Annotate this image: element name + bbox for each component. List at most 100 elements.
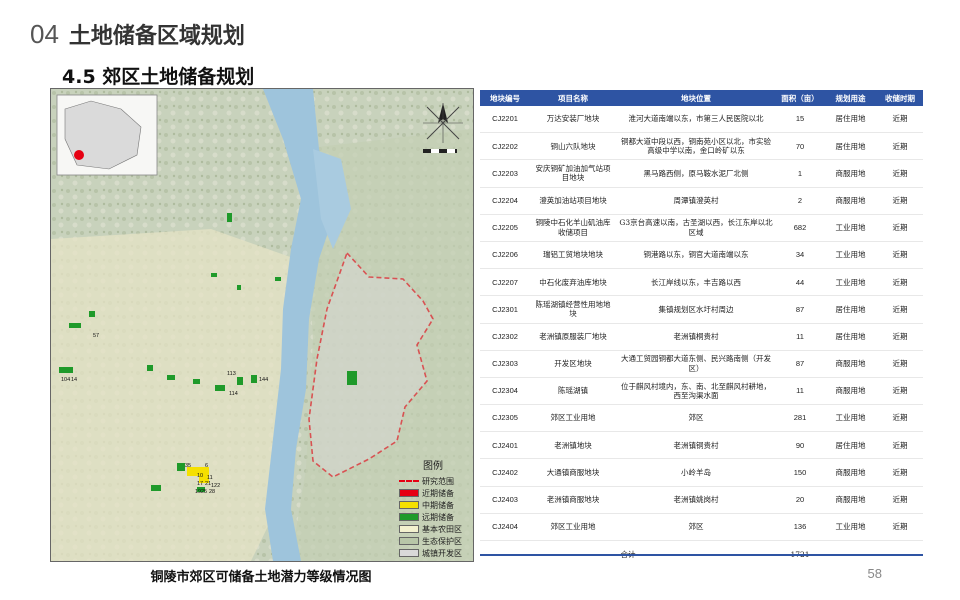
cell-use: 工业用地 xyxy=(824,241,877,270)
cell-period: 近期 xyxy=(877,159,923,188)
cell-name: 郊区工业用地 xyxy=(530,404,616,433)
table-row: CJ2404 郊区工业用地 郊区 136 工业用地 近期 xyxy=(480,513,923,542)
cell-period: 近期 xyxy=(877,377,923,406)
cell-code: CJ2302 xyxy=(480,323,530,351)
far-term-parcel xyxy=(251,375,257,383)
cell-name: 开发区地块 xyxy=(530,350,616,378)
cell-use: 工业用地 xyxy=(824,513,877,542)
cell-use: 居住用地 xyxy=(824,431,877,460)
legend-swatch xyxy=(399,513,419,521)
cell-period: 近期 xyxy=(877,214,923,242)
cell-code: CJ2201 xyxy=(480,106,530,134)
slide-header: 04 土地储备区域规划 xyxy=(30,18,245,50)
cell-use: 居住用地 xyxy=(824,132,877,161)
legend-swatch xyxy=(399,525,419,533)
inset-location-marker xyxy=(74,150,84,160)
parcel-label: 113 xyxy=(227,371,236,377)
cell-location: 铜港路以东，铜官大道南端以东 xyxy=(616,241,776,270)
legend-label: 城镇开发区 xyxy=(422,548,462,558)
cell-area: 15 xyxy=(776,106,824,134)
far-term-parcel xyxy=(167,375,175,380)
parcel-label: 14 xyxy=(71,377,77,383)
column-header: 收储时期 xyxy=(877,90,923,106)
cell-period: 近期 xyxy=(877,350,923,378)
legend-swatch xyxy=(399,549,419,557)
legend-swatch xyxy=(399,489,419,497)
cell-period: 近期 xyxy=(877,132,923,161)
cell-name: 中石化废弃油库地块 xyxy=(530,268,616,297)
cell-period: 近期 xyxy=(877,295,923,324)
cell-code: CJ2401 xyxy=(480,431,530,460)
cell-area: 44 xyxy=(776,268,824,297)
table-row: CJ2305 郊区工业用地 郊区 281 工业用地 近期 xyxy=(480,404,923,433)
table-row: CJ2206 瑞铝工贸地块地块 铜港路以东，铜官大道南端以东 34 工业用地 近期 xyxy=(480,241,923,270)
legend-item: 基本农田区 xyxy=(399,523,473,535)
cell-name: 陈瑶湖镇经营性用地地块 xyxy=(530,295,616,324)
table-body: CJ2201 万达安装厂地块 淮河大道南端以东，市第三人民医院以北 15 居住用地 近期 C… xyxy=(480,106,923,542)
table-row: CJ2207 中石化废弃油库地块 长江岸线以东，丰吉路以西 44 工业用地 近期 xyxy=(480,268,923,297)
cell-use: 居住用地 xyxy=(824,106,877,134)
cell-code: CJ2204 xyxy=(480,187,530,215)
cell-period: 近期 xyxy=(877,241,923,270)
page-number: 58 xyxy=(867,566,882,581)
legend-items: 研究范围 近期储备 中期储备 远期储备 基本农田区 生态保护区 城镇开发区 xyxy=(399,475,473,559)
cell-name: 澄英加油站项目地块 xyxy=(530,187,616,215)
cell-code: CJ2205 xyxy=(480,214,530,242)
far-term-parcel xyxy=(147,365,153,371)
cell-use: 商服用地 xyxy=(824,350,877,378)
table-row: CJ2204 澄英加油站项目地块 周潭镇澄英村 2 商服用地 近期 xyxy=(480,187,923,215)
table-row: CJ2205 铜陵中石化羊山矶油库收储项目 G3京台高速以南，古圣湖以西，长江东岸以… xyxy=(480,214,923,242)
land-reserve-map: 35 6 10 11 17 21 19 122 25 28 14 104 113… xyxy=(50,88,474,562)
legend-swatch xyxy=(399,537,419,545)
north-arrow-icon xyxy=(423,103,463,143)
cell-name: 郊区工业用地 xyxy=(530,513,616,542)
cell-use: 工业用地 xyxy=(824,214,877,242)
column-header: 地块编号 xyxy=(480,90,530,106)
column-header: 地块位置 xyxy=(616,90,776,106)
cell-code: CJ2402 xyxy=(480,458,530,487)
legend-label: 基本农田区 xyxy=(422,524,462,534)
cell-area: 1 xyxy=(776,159,824,188)
land-reserve-table: 地块编号 项目名称 地块位置 面积（亩） 规划用途 收储时期 CJ2201 万达安… xyxy=(480,90,923,567)
table-row: CJ2203 安庆铜矿加油加气站项目地块 黑马路西侧，原马鞍水泥厂北侧 1 商服用地 近期 xyxy=(480,159,923,188)
cell-period: 近期 xyxy=(877,268,923,297)
cell-location: 淮河大道南端以东，市第三人民医院以北 xyxy=(616,106,776,134)
legend-label: 研究范围 xyxy=(422,476,454,486)
cell-name: 万达安装厂地块 xyxy=(530,106,616,134)
cell-name: 老洲镇原服装厂地块 xyxy=(530,323,616,351)
table-row: CJ2304 陈瑶湖镇 位于麒风村境内，东、南、北至麒风村耕地，西至沟渠水面 11 商服… xyxy=(480,377,923,406)
far-term-parcel xyxy=(211,273,217,277)
legend-label: 近期储备 xyxy=(422,488,454,498)
cell-code: CJ2202 xyxy=(480,132,530,161)
table-row: CJ2402 大通镇商服地块 小岭羊岛 150 商服用地 近期 xyxy=(480,458,923,487)
section-title: 土地储备区域规划 xyxy=(68,24,245,49)
cell-period: 近期 xyxy=(877,404,923,433)
cell-use: 工业用地 xyxy=(824,404,877,433)
parcel-label: 114 xyxy=(229,391,238,397)
cell-name: 老洲镇商服地块 xyxy=(530,486,616,514)
section-number: 04 xyxy=(30,19,59,49)
cell-area: 136 xyxy=(776,513,824,542)
cell-location: 老洲镇桐贵村 xyxy=(616,323,776,351)
cell-location: 位于麒风村境内，东、南、北至麒风村耕地，西至沟渠水面 xyxy=(616,377,776,406)
cell-location: 长江岸线以东，丰吉路以西 xyxy=(616,268,776,297)
far-term-parcel xyxy=(177,463,185,471)
cell-use: 工业用地 xyxy=(824,268,877,297)
cell-area: 11 xyxy=(776,323,824,351)
legend-item: 中期储备 xyxy=(399,499,473,511)
table-row: CJ2201 万达安装厂地块 淮河大道南端以东，市第三人民医院以北 15 居住用地 近期 xyxy=(480,106,923,134)
cell-name: 瑞铝工贸地块地块 xyxy=(530,241,616,270)
far-term-parcel xyxy=(151,485,161,491)
cell-use: 商服用地 xyxy=(824,377,877,406)
cell-location: G3京台高速以南，古圣湖以西，长江东岸以北区域 xyxy=(616,214,776,242)
cell-location: 黑马路西侧，原马鞍水泥厂北侧 xyxy=(616,159,776,188)
cell-code: CJ2207 xyxy=(480,268,530,297)
table-row: CJ2301 陈瑶湖镇经营性用地地块 集镇规划区水圩村周边 87 居住用地 近期 xyxy=(480,295,923,324)
cell-code: CJ2303 xyxy=(480,350,530,378)
legend-swatch xyxy=(399,501,419,509)
cell-location: 郊区 xyxy=(616,513,776,542)
farmland-area xyxy=(51,229,301,561)
far-term-parcel xyxy=(193,379,200,384)
cell-area: 70 xyxy=(776,132,824,161)
cell-use: 居住用地 xyxy=(824,295,877,324)
